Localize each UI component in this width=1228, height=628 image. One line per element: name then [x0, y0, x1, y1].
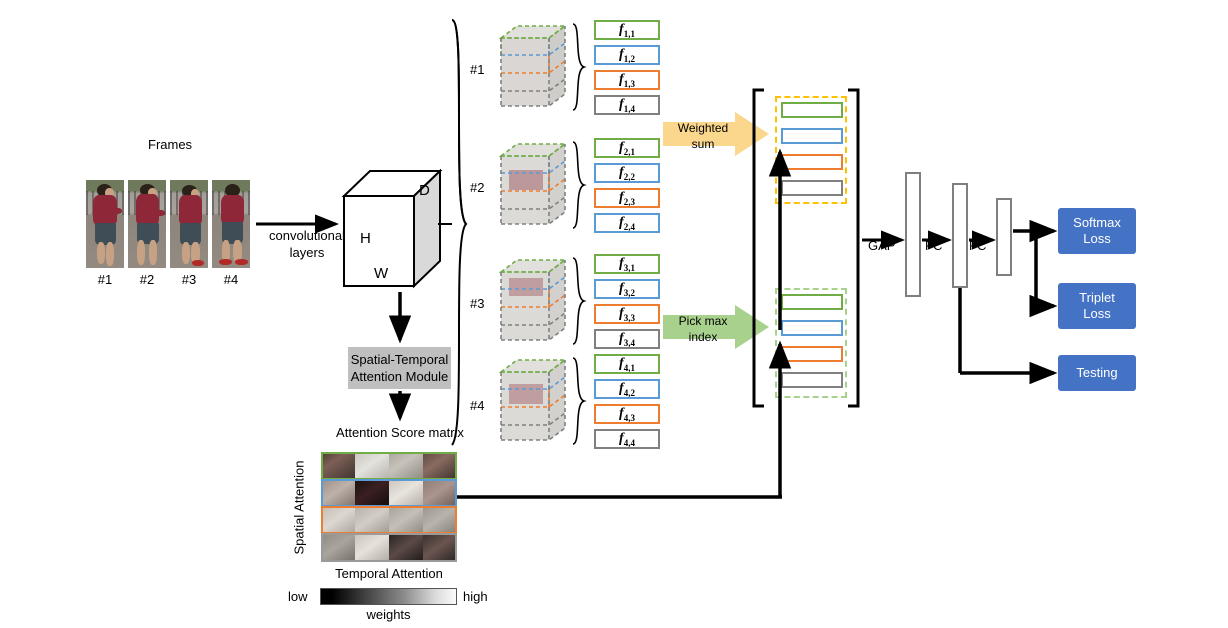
connector-lines [256, 19, 1058, 499]
